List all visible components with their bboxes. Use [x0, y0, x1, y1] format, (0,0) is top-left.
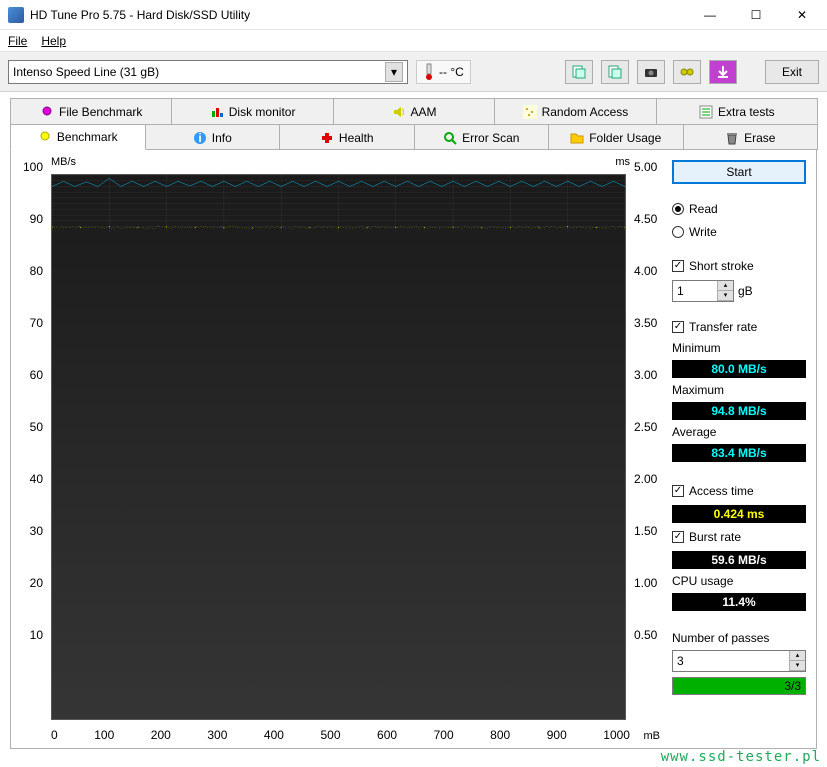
- menu-file[interactable]: File: [8, 34, 27, 48]
- tab-disk-monitor[interactable]: Disk monitor: [171, 98, 333, 124]
- read-radio[interactable]: Read: [672, 200, 806, 218]
- tab-erase[interactable]: Erase: [683, 124, 819, 150]
- trash-icon: [725, 131, 739, 145]
- access-time-check[interactable]: Access time: [672, 482, 806, 500]
- x-unit: mB: [644, 730, 661, 742]
- spinner-buttons[interactable]: ▴▾: [789, 651, 805, 671]
- save-screenshot-button[interactable]: [637, 60, 665, 84]
- write-radio[interactable]: Write: [672, 223, 806, 241]
- temperature-value: -- °C: [439, 65, 464, 79]
- bulb-icon: [38, 130, 52, 144]
- tab-error-scan[interactable]: Error Scan: [414, 124, 550, 150]
- menubar: File Help: [0, 30, 827, 52]
- cpu-usage-label: CPU usage: [672, 574, 806, 588]
- copy-screenshot-button[interactable]: [601, 60, 629, 84]
- y-right-title: ms: [615, 156, 630, 168]
- tab-extra-tests[interactable]: Extra tests: [656, 98, 818, 124]
- y-left-title: MB/s: [51, 156, 76, 168]
- chart-plot-area: [51, 174, 626, 720]
- folder-icon: [570, 131, 584, 145]
- bulb-icon: [40, 105, 54, 119]
- average-value: 83.4 MB/s: [672, 444, 806, 462]
- passes-input[interactable]: 3▴▾: [672, 650, 806, 672]
- y-right-ticks: 5.004.504.003.503.002.502.001.501.000.50: [634, 160, 666, 680]
- y-left-ticks: 100908070605040302010: [15, 160, 43, 680]
- transfer-rate-check[interactable]: Transfer rate: [672, 318, 806, 336]
- window-title: HD Tune Pro 5.75 - Hard Disk/SSD Utility: [30, 8, 687, 22]
- app-icon: [8, 7, 24, 23]
- copy-info-button[interactable]: [565, 60, 593, 84]
- x-ticks: 01002003004005006007008009001000: [51, 728, 630, 742]
- check-icon: [672, 260, 684, 272]
- cpu-usage-value: 11.4%: [672, 593, 806, 611]
- temperature-display: -- °C: [416, 60, 471, 84]
- watermark: www.ssd-tester.pl: [661, 749, 821, 765]
- tab-health[interactable]: Health: [279, 124, 415, 150]
- tab-content-benchmark: MB/s ms 100908070605040302010 5.004.504.…: [10, 149, 817, 749]
- radio-icon: [672, 226, 684, 238]
- tabs-row-upper: File Benchmark Disk monitor AAM Random A…: [10, 98, 817, 124]
- tabs-row-lower: Benchmark iInfo Health Error Scan Folder…: [10, 124, 817, 150]
- benchmark-chart: MB/s ms 100908070605040302010 5.004.504.…: [21, 160, 660, 738]
- exit-button[interactable]: Exit: [765, 60, 819, 84]
- side-panel: Start Read Write Short stroke 1▴▾ gB Tra…: [672, 160, 806, 738]
- passes-label: Number of passes: [672, 631, 806, 645]
- minimize-button[interactable]: —: [687, 1, 733, 29]
- maximum-value: 94.8 MB/s: [672, 402, 806, 420]
- toolbar: Intenso Speed Line (31 gB) ▾ -- °C Exit: [0, 52, 827, 92]
- minimum-label: Minimum: [672, 341, 806, 355]
- short-stroke-check[interactable]: Short stroke: [672, 257, 806, 275]
- titlebar: HD Tune Pro 5.75 - Hard Disk/SSD Utility…: [0, 0, 827, 30]
- menu-help[interactable]: Help: [41, 34, 66, 48]
- thermometer-icon: [423, 63, 435, 81]
- short-stroke-input[interactable]: 1▴▾: [672, 280, 734, 302]
- radio-icon: [672, 203, 684, 215]
- svg-text:i: i: [198, 131, 201, 145]
- tab-aam[interactable]: AAM: [333, 98, 495, 124]
- drive-select[interactable]: Intenso Speed Line (31 gB) ▾: [8, 60, 408, 84]
- check-icon: [672, 485, 684, 497]
- tab-file-benchmark[interactable]: File Benchmark: [10, 98, 172, 124]
- info-icon: i: [193, 131, 207, 145]
- drive-select-value: Intenso Speed Line (31 gB): [13, 65, 385, 79]
- close-button[interactable]: ✕: [779, 1, 825, 29]
- short-stroke-unit: gB: [738, 284, 753, 298]
- options-button[interactable]: [673, 60, 701, 84]
- check-icon: [672, 321, 684, 333]
- maximum-label: Maximum: [672, 383, 806, 397]
- burst-rate-check[interactable]: Burst rate: [672, 528, 806, 546]
- start-button[interactable]: Start: [672, 160, 806, 184]
- check-icon: [672, 531, 684, 543]
- average-label: Average: [672, 425, 806, 439]
- dots-icon: [523, 105, 537, 119]
- tab-benchmark[interactable]: Benchmark: [10, 124, 146, 150]
- spinner-buttons[interactable]: ▴▾: [717, 281, 733, 301]
- list-icon: [699, 105, 713, 119]
- minimum-value: 80.0 MB/s: [672, 360, 806, 378]
- speaker-icon: [392, 105, 406, 119]
- progress-bar: 3/3: [672, 677, 806, 695]
- save-button[interactable]: [709, 60, 737, 84]
- chart-icon: [210, 105, 224, 119]
- magnifier-icon: [443, 131, 457, 145]
- access-time-value: 0.424 ms: [672, 505, 806, 523]
- tab-random-access[interactable]: Random Access: [494, 98, 656, 124]
- tab-info[interactable]: iInfo: [145, 124, 281, 150]
- burst-rate-value: 59.6 MB/s: [672, 551, 806, 569]
- cross-icon: [320, 131, 334, 145]
- tab-folder-usage[interactable]: Folder Usage: [548, 124, 684, 150]
- maximize-button[interactable]: ☐: [733, 1, 779, 29]
- chevron-down-icon[interactable]: ▾: [385, 62, 403, 82]
